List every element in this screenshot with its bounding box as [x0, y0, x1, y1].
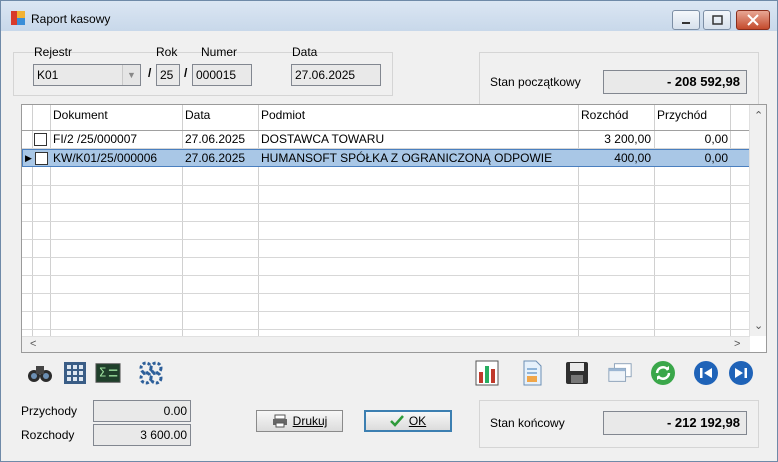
vertical-scrollbar[interactable]: ⌃ ⌄: [749, 105, 766, 336]
scroll-up-icon[interactable]: ⌃: [754, 109, 763, 122]
raport-kasowy-window: Raport kasowy Rejestr K01 ▼ / Rok 25 / N…: [0, 0, 778, 462]
cell-rozchod: 3 200,00: [604, 132, 651, 146]
separator-slash: /: [148, 66, 152, 80]
chevron-down-icon[interactable]: ▼: [122, 65, 140, 85]
horizontal-scrollbar[interactable]: < >: [22, 336, 750, 352]
cash-report-table: Dokument Data Podmiot Rozchód Przychód F…: [21, 104, 767, 353]
table-row-empty: [22, 222, 750, 240]
calculator-icon[interactable]: [62, 360, 88, 386]
closing-balance-value: - 212 192,98: [603, 411, 747, 435]
rok-label: Rok: [156, 45, 178, 59]
minimize-button[interactable]: [672, 10, 700, 30]
bar-chart-icon[interactable]: [474, 360, 500, 386]
save-icon[interactable]: [564, 360, 590, 386]
opening-balance-label: Stan początkowy: [490, 75, 581, 89]
previous-icon[interactable]: [693, 360, 719, 386]
print-button-label: Drukuj: [292, 414, 328, 428]
close-button[interactable]: [736, 10, 770, 30]
row-pointer-icon: ▶: [25, 153, 32, 163]
scroll-down-icon[interactable]: ⌄: [754, 319, 763, 332]
cell-podmiot: HUMANSOFT SPÓŁKA Z OGRANICZONĄ ODPOWIE: [261, 151, 553, 165]
cell-przychod: 0,00: [704, 151, 728, 165]
rejestr-label: Rejestr: [34, 45, 73, 59]
ok-button-label: OK: [408, 414, 427, 428]
przychody-label: Przychody: [21, 404, 78, 418]
rozchody-value: 3 600.00: [93, 424, 191, 446]
table-row-selected[interactable]: ▶ KW/K01/25/000006 27.06.2025 HUMANSOFT …: [22, 149, 750, 167]
printer-icon: [272, 414, 287, 428]
app-icon: [11, 11, 25, 25]
cell-data: 27.06.2025: [185, 132, 246, 146]
ok-button[interactable]: OK: [364, 410, 452, 432]
scroll-right-icon[interactable]: >: [734, 338, 740, 350]
rejestr-value: K01: [37, 68, 59, 82]
cell-podmiot: DOSTAWCA TOWARU: [261, 132, 385, 146]
column-header-przychod[interactable]: Przychód: [655, 105, 709, 130]
cell-przychod: 0,00: [704, 132, 728, 146]
row-checkbox[interactable]: [34, 133, 47, 146]
rejestr-select[interactable]: K01 ▼: [33, 64, 141, 86]
table-row-empty: [22, 294, 750, 312]
checkmark-icon: [389, 415, 404, 427]
binoculars-icon[interactable]: [27, 360, 53, 386]
table-row-empty: [22, 186, 750, 204]
gears-icon[interactable]: [138, 360, 164, 386]
cell-rozchod: 400,00: [614, 151, 651, 165]
cell-dokument: KW/K01/25/000006: [53, 151, 158, 165]
table-row-empty: [22, 276, 750, 294]
table-row-empty: [22, 258, 750, 276]
column-header-podmiot[interactable]: Podmiot: [259, 105, 307, 130]
table-row-empty: [22, 312, 750, 330]
print-button[interactable]: Drukuj: [256, 410, 343, 432]
data-label: Data: [292, 45, 318, 59]
windows-icon[interactable]: [607, 360, 633, 386]
table-row-empty: [22, 204, 750, 222]
numer-field[interactable]: 000015: [192, 64, 252, 86]
przychody-value: 0.00: [93, 400, 191, 422]
table-row[interactable]: FI/2 /25/000007 27.06.2025 DOSTAWCA TOWA…: [22, 131, 750, 149]
refresh-icon[interactable]: [650, 360, 676, 386]
data-field[interactable]: 27.06.2025: [291, 64, 381, 86]
separator-slash: /: [184, 66, 188, 80]
window-title: Raport kasowy: [31, 12, 111, 26]
cell-dokument: FI/2 /25/000007: [53, 132, 138, 146]
sum-icon[interactable]: Σ: [95, 360, 121, 386]
opening-balance-value: - 208 592,98: [603, 70, 747, 94]
column-header-dokument[interactable]: Dokument: [51, 105, 110, 130]
closing-balance-label: Stan końcowy: [490, 416, 565, 430]
column-header-data[interactable]: Data: [183, 105, 212, 130]
maximize-button[interactable]: [703, 10, 731, 30]
rozchody-label: Rozchody: [21, 428, 75, 442]
svg-text:Σ: Σ: [99, 366, 107, 380]
client-area: Rejestr K01 ▼ / Rok 25 / Numer 000015 Da…: [9, 32, 771, 456]
column-header-rozchod[interactable]: Rozchód: [579, 105, 630, 130]
title-bar[interactable]: Raport kasowy: [1, 1, 777, 31]
rok-field[interactable]: 25: [156, 64, 180, 86]
table-row-empty: [22, 240, 750, 258]
row-checkbox[interactable]: [35, 152, 48, 165]
cell-data: 27.06.2025: [185, 151, 246, 165]
scroll-left-icon[interactable]: <: [30, 338, 36, 350]
document-icon[interactable]: [519, 360, 545, 386]
numer-label: Numer: [201, 45, 238, 59]
next-icon[interactable]: [728, 360, 754, 386]
table-row-empty: [22, 168, 750, 186]
